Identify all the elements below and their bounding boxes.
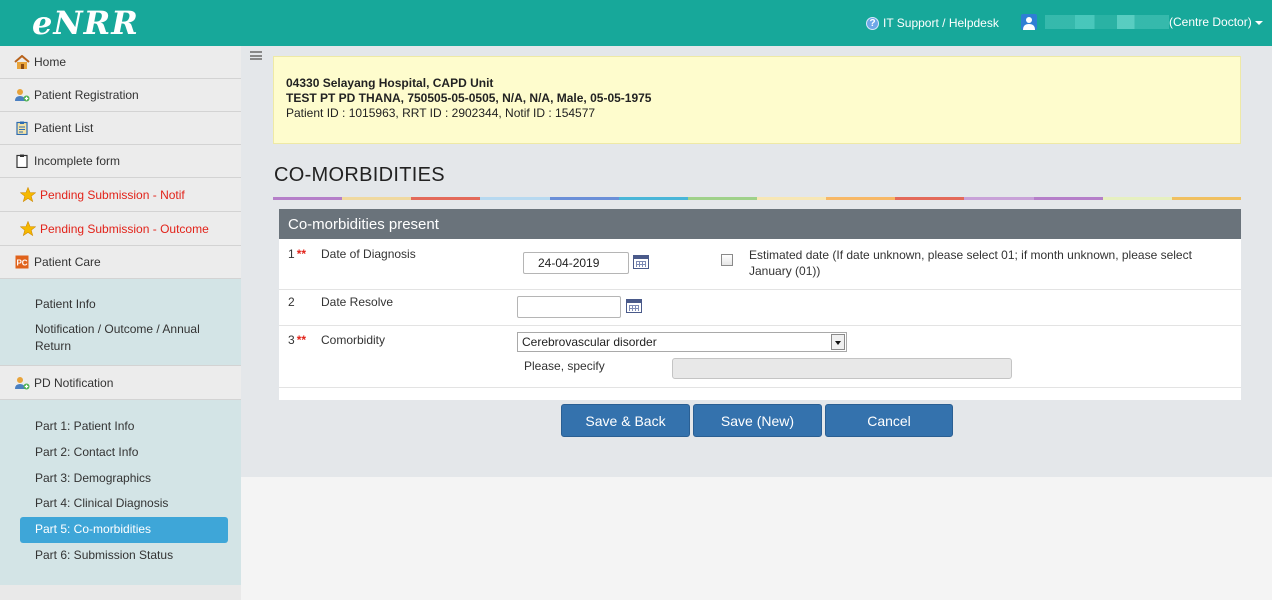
comorbidities-panel: Co-morbidities present 1 ** Date of Diagn… [279, 209, 1241, 400]
save-new-button[interactable]: Save (New) [693, 404, 822, 437]
sidebar-item-pd-notification[interactable]: PD Notification [0, 366, 241, 400]
sidebar-item-label: Pending Submission - Outcome [40, 221, 209, 236]
user-icon [1021, 14, 1037, 30]
sidebar-subitem-part-6[interactable]: Part 6: Submission Status [0, 543, 241, 569]
sidebar-item-label: Patient List [34, 121, 94, 135]
specify-input[interactable] [672, 358, 1012, 379]
patient-care-submenu: Patient Info Notification / Outcome / An… [0, 279, 241, 366]
menu-toggle-icon[interactable] [250, 51, 262, 60]
user-menu[interactable]: (Centre Doctor) [1021, 14, 1263, 30]
calendar-icon[interactable] [626, 299, 642, 313]
help-icon: ? [866, 16, 879, 30]
comorbidity-row: 3 ** Comorbidity Cerebrovascular disorder… [279, 326, 1241, 388]
sidebar-item-label: Pending Submission - Notif [40, 187, 185, 202]
sidebar-item-patient-list[interactable]: Patient List [0, 112, 241, 145]
home-icon [14, 55, 30, 69]
title-stripe [273, 197, 1241, 200]
sidebar-item-label: Home [34, 55, 67, 69]
field-number: 1 ** [288, 247, 306, 261]
required-marker: ** [296, 247, 307, 261]
sidebar-item-pending-outcome[interactable]: Pending Submission - Outcome [0, 212, 241, 246]
sidebar-subitem-part-2[interactable]: Part 2: Contact Info [0, 440, 241, 466]
sidebar-item-incomplete-form[interactable]: Incomplete form [0, 145, 241, 178]
specify-label: Please, specify [524, 359, 605, 373]
calendar-icon[interactable] [633, 255, 649, 269]
estimated-date-label: Estimated date (If date unknown, please … [749, 248, 1192, 278]
sidebar-item-label: Patient Registration [34, 88, 139, 102]
helpdesk-label: IT Support / Helpdesk [883, 16, 999, 30]
patient-centre: 04330 Selayang Hospital, CAPD Unit [286, 76, 494, 90]
sidebar-item-home[interactable]: Home [0, 46, 241, 79]
sidebar-item-patient-care[interactable]: PC Patient Care [0, 246, 241, 279]
cancel-button[interactable]: Cancel [825, 404, 953, 437]
date-resolve-row: 2 Date Resolve [279, 290, 1241, 326]
main-content: 04330 Selayang Hospital, CAPD Unit TEST … [241, 46, 1272, 477]
patient-info-box: 04330 Selayang Hospital, CAPD Unit TEST … [273, 56, 1241, 144]
clipboard-icon [14, 154, 30, 168]
date-resolve-label: Date Resolve [321, 295, 394, 309]
sidebar-subitem-part-4[interactable]: Part 4: Clinical Diagnosis [0, 491, 241, 517]
sidebar-item-patient-registration[interactable]: Patient Registration [0, 79, 241, 112]
star-icon [20, 187, 36, 202]
app-logo[interactable]: eNRR [32, 4, 139, 42]
field-number-value: 1 [288, 247, 295, 261]
star-icon [20, 221, 36, 236]
pc-icon: PC [14, 255, 30, 269]
sidebar-subitem-part-5[interactable]: Part 5: Co-morbidities [20, 517, 228, 543]
date-of-diagnosis-input[interactable]: 24-04-2019 [523, 252, 629, 274]
sidebar-subitem-part-3[interactable]: Part 3: Demographics [0, 466, 241, 492]
patient-details: TEST PT PD THANA, 750505-05-0505, N/A, N… [286, 91, 652, 105]
save-back-button[interactable]: Save & Back [561, 404, 690, 437]
sidebar-subitem-patient-info[interactable]: Patient Info [0, 291, 241, 317]
user-add-icon [14, 376, 30, 390]
page-title: CO-MORBIDITIES [274, 164, 445, 186]
date-of-diagnosis-row: 1 ** Date of Diagnosis 24-04-2019 Estimat… [279, 239, 1241, 290]
panel-title: Co-morbidities present [279, 209, 1241, 239]
date-of-diagnosis-label: Date of Diagnosis [321, 247, 416, 261]
user-add-icon [14, 88, 30, 102]
date-resolve-input[interactable] [517, 296, 621, 318]
sidebar-item-label: PD Notification [34, 375, 114, 390]
user-name-redacted [1045, 15, 1169, 29]
pd-notification-submenu: Part 1: Patient Info Part 2: Contact Inf… [0, 400, 241, 585]
patient-ids: Patient ID : 1015963, RRT ID : 2902344, … [286, 106, 596, 120]
sidebar: Home Patient Registration Patient List I… [0, 46, 241, 600]
sidebar-item-label: Patient Care [34, 255, 101, 269]
comorbidity-selected-value: Cerebrovascular disorder [522, 335, 657, 349]
svg-text:PC: PC [16, 259, 27, 268]
clipboard-icon [14, 121, 30, 135]
field-number-value: 3 [288, 333, 295, 347]
sidebar-subitem-part-1[interactable]: Part 1: Patient Info [0, 414, 241, 440]
field-number: 3 ** [288, 333, 306, 347]
user-role: (Centre Doctor) [1169, 15, 1252, 29]
sidebar-subitem-notification-outcome[interactable]: Notification / Outcome / Annual Return [0, 317, 241, 355]
comorbidity-label: Comorbidity [321, 333, 386, 347]
field-number: 2 [288, 295, 295, 309]
sidebar-item-pending-notif[interactable]: Pending Submission - Notif [0, 178, 241, 212]
helpdesk-link[interactable]: ? IT Support / Helpdesk [866, 16, 999, 30]
chevron-down-icon [1254, 21, 1263, 25]
sidebar-item-label: Incomplete form [34, 154, 121, 168]
chevron-down-icon [831, 334, 845, 350]
estimated-date-checkbox[interactable] [721, 254, 733, 266]
top-bar: eNRR ? IT Support / Helpdesk (Centre Doc… [0, 0, 1272, 46]
required-marker: ** [296, 333, 307, 347]
comorbidity-select[interactable]: Cerebrovascular disorder [517, 332, 847, 352]
